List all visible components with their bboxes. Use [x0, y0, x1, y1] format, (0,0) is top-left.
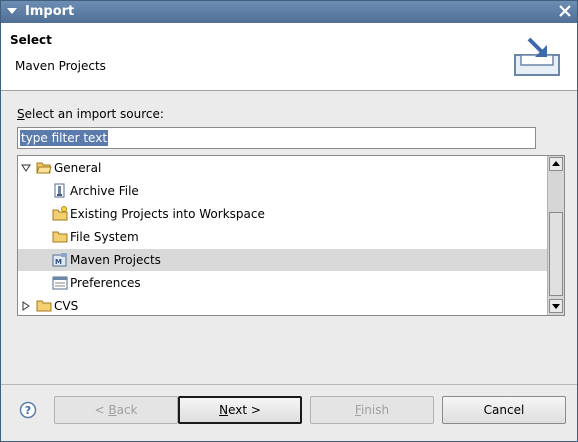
archive-file-icon: [54, 183, 65, 198]
tree-item-existing-projects-into-workspace[interactable]: Existing Projects into Workspace: [18, 203, 547, 225]
tree-item-archive-file[interactable]: Archive File: [18, 180, 547, 202]
scroll-thumb[interactable]: [549, 212, 563, 296]
folder-icon: [52, 231, 68, 243]
import-source-label: Select an import source:: [17, 107, 164, 121]
tree-item-label: Archive File: [70, 184, 139, 198]
folder-icon: [36, 300, 52, 312]
tree-item-maven-projects[interactable]: M Maven Projects: [18, 249, 547, 271]
svg-text:?: ?: [25, 404, 31, 417]
title-bar[interactable]: Import: [1, 1, 577, 23]
maven-projects-icon: M: [52, 253, 67, 267]
back-button[interactable]: < Back: [54, 396, 178, 424]
import-wizard-icon: [514, 37, 560, 76]
wizard-page-title: Select: [10, 33, 52, 47]
tree-item-label: Preferences: [70, 276, 141, 290]
existing-projects-icon: [52, 206, 68, 221]
filter-input-text: type filter text: [20, 130, 109, 146]
tree-item-cvs[interactable]: CVS: [18, 295, 547, 315]
help-icon[interactable]: ?: [19, 401, 37, 419]
arrow-up-icon: [552, 161, 560, 166]
wizard-banner: Select Maven Projects: [1, 23, 577, 91]
tree-scrollbar[interactable]: [547, 156, 564, 315]
arrow-down-icon: [552, 304, 560, 309]
tree-item-label: Existing Projects into Workspace: [70, 207, 265, 221]
svg-text:M: M: [55, 258, 62, 266]
wizard-page-description: Maven Projects: [15, 59, 106, 73]
import-dialog: Import Select Maven Projects Select an i…: [0, 0, 578, 442]
preferences-icon: [52, 276, 68, 290]
window-menu-icon[interactable]: [6, 6, 18, 16]
next-button[interactable]: Next >: [178, 396, 302, 424]
import-source-tree[interactable]: CVS Preferences M Maven Projects File System…: [17, 155, 565, 316]
tree-item-preferences[interactable]: Preferences: [18, 272, 547, 294]
window-title: Import: [25, 4, 75, 19]
scroll-down-button[interactable]: [549, 299, 563, 313]
close-icon[interactable]: [557, 3, 573, 19]
finish-button[interactable]: Finish: [310, 396, 434, 424]
tree-item-label: File System: [70, 230, 139, 244]
expand-triangle-open-icon[interactable]: [21, 163, 31, 173]
tree-item-general[interactable]: General: [18, 157, 547, 179]
expand-triangle-closed-icon[interactable]: [21, 301, 31, 311]
scroll-up-button[interactable]: [549, 157, 563, 171]
filter-input[interactable]: type filter text: [17, 127, 536, 149]
tree-item-label: Maven Projects: [70, 253, 161, 267]
tree-item-label: General: [54, 161, 102, 175]
folder-open-icon: [36, 162, 52, 174]
tree-item-label: CVS: [54, 299, 79, 313]
tree-item-file-system[interactable]: File System: [18, 226, 547, 248]
button-bar-separator: [1, 384, 577, 385]
cancel-button[interactable]: Cancel: [442, 396, 566, 424]
